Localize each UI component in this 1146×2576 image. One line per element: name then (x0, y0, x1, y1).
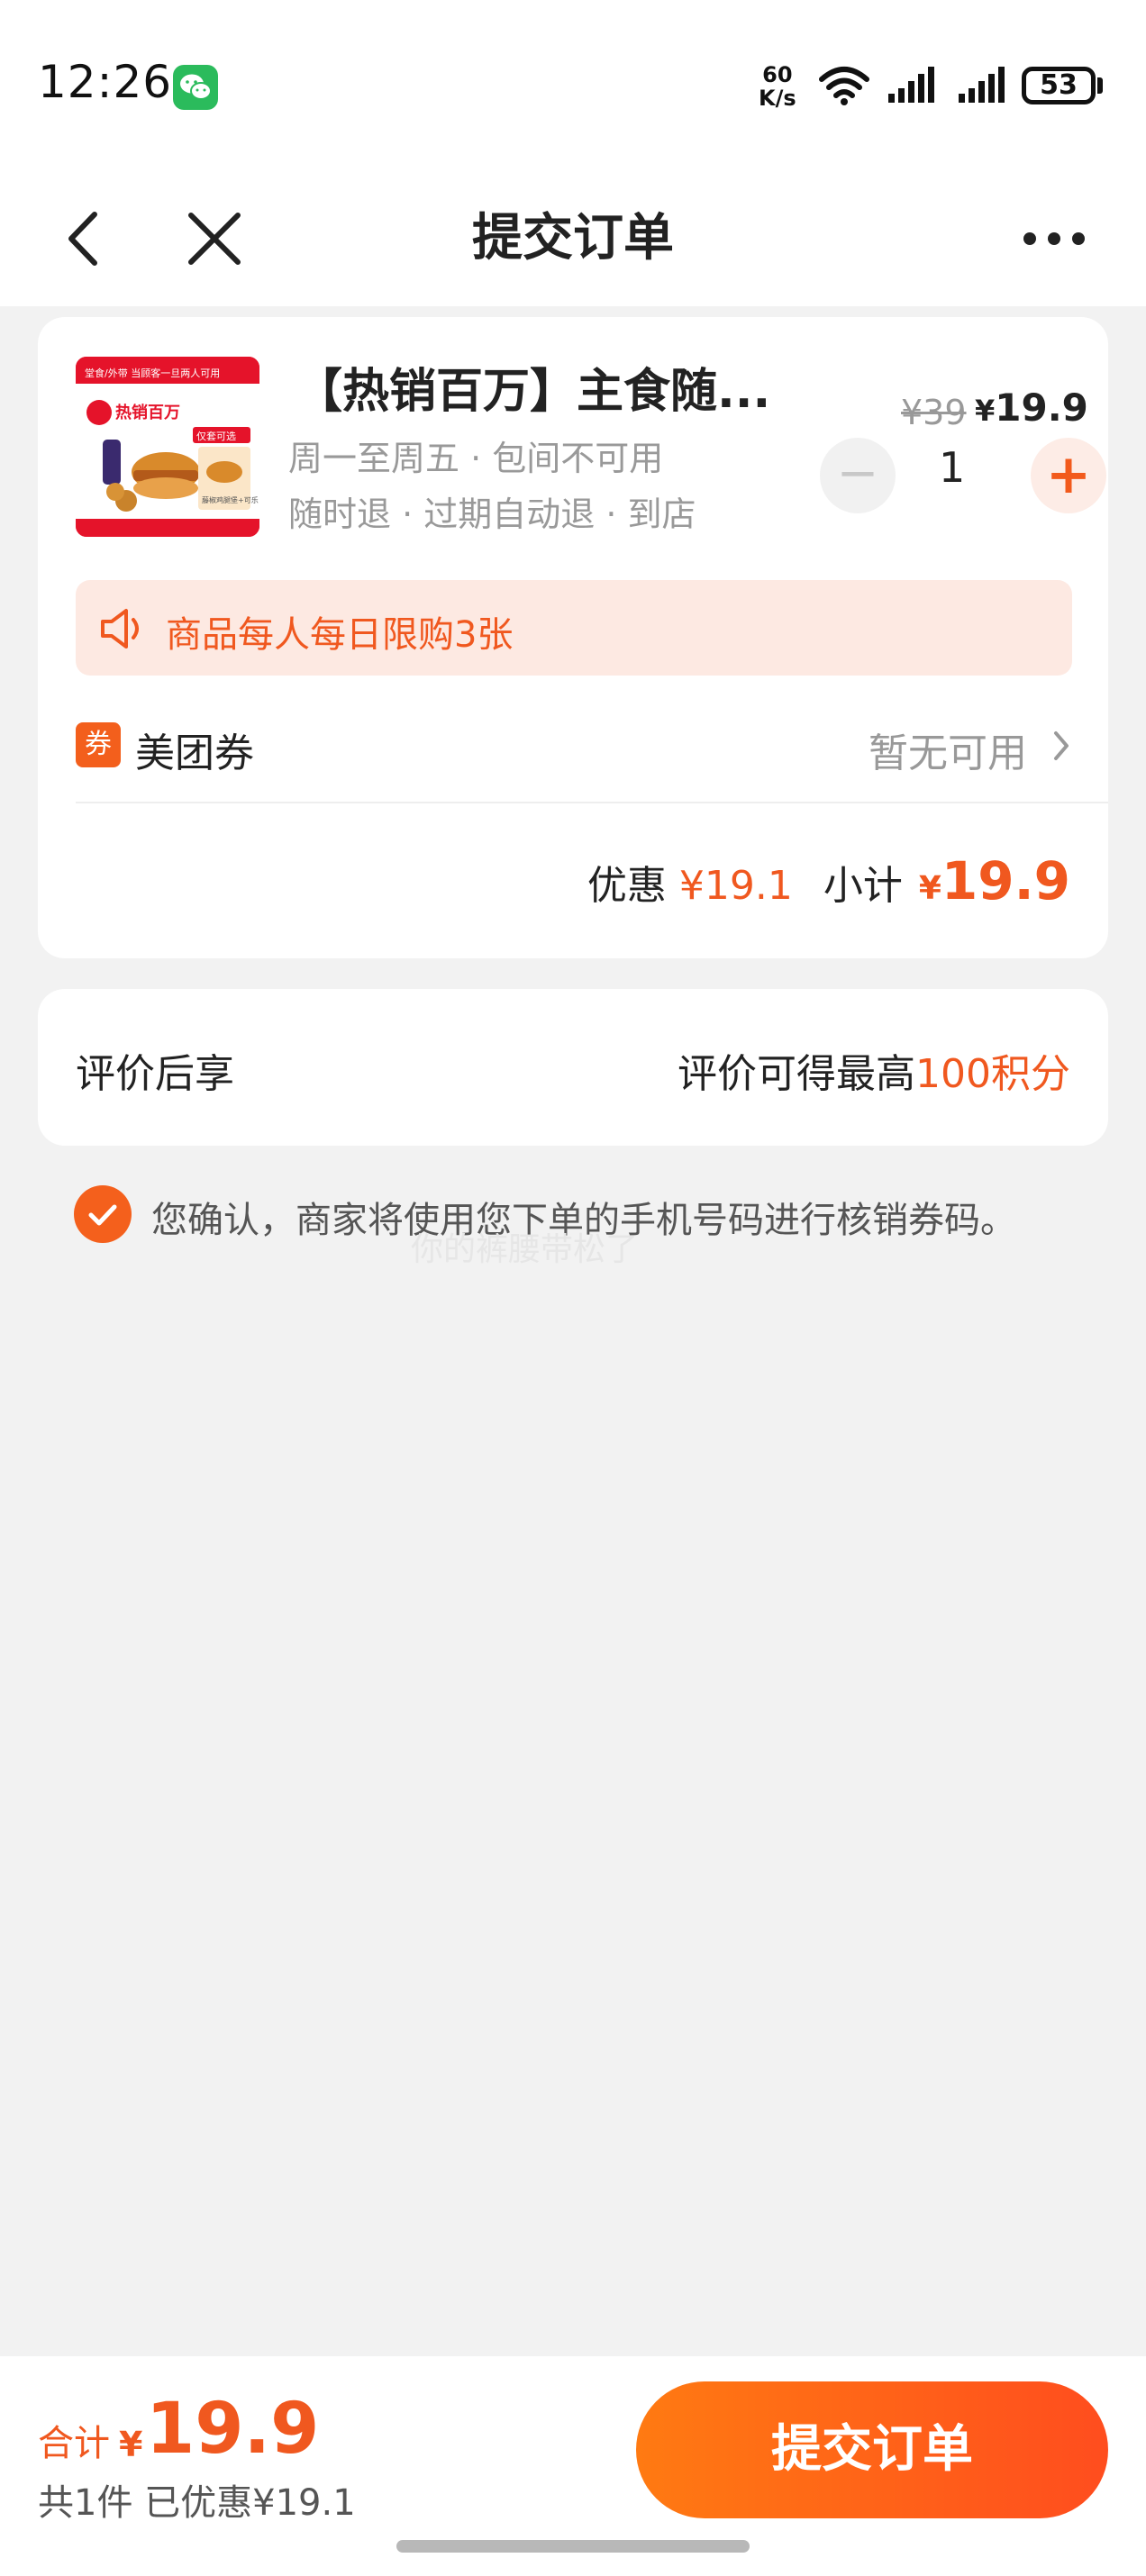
price-value: 19.9 (995, 385, 1088, 430)
total-symbol: ¥ (119, 2425, 143, 2464)
total-label: 合计 (38, 2423, 110, 2464)
review-reward-prefix: 评价可得最高 (678, 1051, 916, 1097)
battery-tip (1097, 77, 1103, 94)
more-icon (1023, 232, 1085, 245)
chevron-left-icon (68, 212, 97, 266)
coupon-icon: 券 (76, 722, 121, 767)
wechat-icon (173, 65, 218, 110)
increase-quantity-button[interactable]: + (1031, 438, 1106, 513)
signal-icon (957, 65, 1007, 108)
net-speed: 60 K/s (759, 63, 796, 110)
coupon-status: 暂无可用 (869, 730, 1027, 776)
order-card: 堂食/外带 当顾客一旦两人可用 热销百万 仅套可选 藤椒鸡腿堡+可乐 【热销百万… (38, 317, 1108, 958)
net-speed-value: 60 (762, 62, 793, 87)
purchase-limit-banner: 商品每人每日限购3张 (76, 580, 1072, 676)
item-count-discount: 共1件 已优惠¥19.1 (38, 2482, 356, 2524)
image-tag: 仅套可选 (196, 431, 236, 442)
chevron-right-icon (1054, 731, 1069, 760)
order-summary: 优惠 ¥19.1 小计 ¥19.9 (587, 850, 1070, 922)
checkmark-icon (88, 1204, 117, 1226)
divider (76, 802, 1108, 803)
review-reward-points: 100积分 (915, 1051, 1070, 1097)
subtotal-symbol: ¥ (918, 870, 941, 907)
image-caption: 藤椒鸡腿堡+可乐 (202, 495, 259, 504)
product-rule-1: 周一至周五 · 包间不可用 (288, 439, 664, 478)
wifi-icon (818, 63, 870, 110)
current-price: ¥19.9 (975, 385, 1088, 430)
subtotal-label: 小计 (823, 863, 903, 909)
coupon-label: 美团券 (135, 730, 254, 776)
review-reward-label: 评价后享 (76, 1051, 234, 1097)
nav-bar: 提交订单 (0, 171, 1146, 306)
product-title[interactable]: 【热销百万】主食随... (296, 353, 770, 421)
close-button[interactable] (169, 171, 259, 306)
quantity-value: 1 (939, 443, 966, 492)
battery-level: 53 (1040, 69, 1078, 101)
status-time: 12:26 (38, 56, 173, 108)
product-image: 堂食/外带 当顾客一旦两人可用 热销百万 仅套可选 藤椒鸡腿堡+可乐 (76, 357, 259, 537)
watermark-text: 你的裤腰带松了 (411, 1231, 639, 1268)
review-reward-detail: 评价可得最高100积分 (678, 1041, 1070, 1099)
total-value: 19.9 (146, 2389, 320, 2470)
discount-label: 优惠 (587, 863, 667, 909)
confirm-checkbox[interactable] (74, 1185, 132, 1243)
home-indicator[interactable] (396, 2540, 750, 2553)
coupon-row[interactable]: 券 美团券 暂无可用 (76, 695, 1072, 794)
net-speed-unit: K/s (759, 86, 796, 111)
subtotal-value: 19.9 (941, 850, 1070, 912)
image-top-strip: 堂食/外带 当顾客一旦两人可用 (85, 367, 220, 379)
status-bar: 12:26 60 K/s 53 (0, 0, 1146, 171)
original-price: ¥39 (901, 393, 967, 432)
image-brand: 热销百万 (115, 403, 180, 422)
price-symbol: ¥ (975, 394, 996, 428)
purchase-limit-text: 商品每人每日限购3张 (166, 614, 514, 656)
back-button[interactable] (38, 171, 128, 306)
decrease-quantity-button[interactable]: − (820, 438, 896, 513)
submit-order-button[interactable]: 提交订单 (636, 2381, 1108, 2518)
review-reward-card: 评价后享 评价可得最高100积分 (38, 989, 1108, 1146)
signal-icon (887, 65, 937, 108)
speaker-icon (101, 609, 139, 649)
more-button[interactable] (1009, 171, 1099, 306)
discount-value: ¥19.1 (678, 863, 793, 909)
battery-icon: 53 (1022, 67, 1096, 104)
close-icon (188, 213, 241, 265)
product-rule-2: 随时退 · 过期自动退 · 到店 (288, 494, 696, 534)
